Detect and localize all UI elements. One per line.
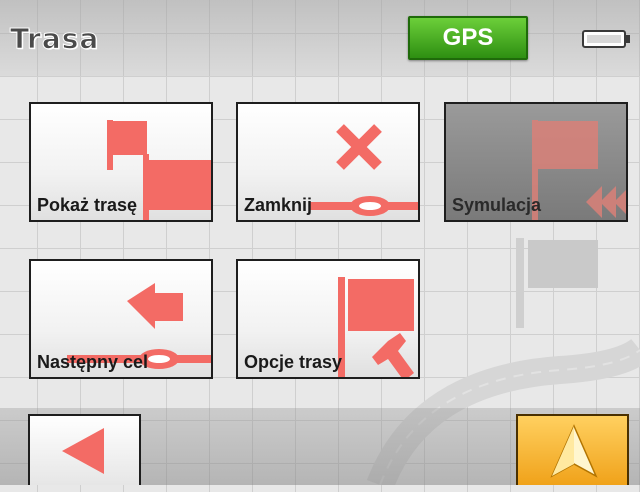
show-route-label: Pokaż trasę [37, 195, 138, 215]
next-destination-button[interactable]: Następny cel [29, 259, 213, 379]
header-bar: Trasa GPS [0, 0, 640, 76]
route-options-label: Opcje trasy [244, 352, 343, 372]
simulation-label: Symulacja [452, 195, 542, 215]
next-destination-label: Następny cel [37, 352, 149, 372]
faded-flag-decoration [516, 238, 598, 328]
navigate-button[interactable] [516, 414, 629, 485]
simulation-button[interactable]: Symulacja [444, 102, 628, 222]
close-route-button[interactable]: Zamknij [236, 102, 420, 222]
battery-icon [582, 30, 630, 48]
show-route-button[interactable]: Pokaż trasę [29, 102, 213, 222]
navigation-arrow-icon [550, 424, 598, 478]
close-label: Zamknij [244, 195, 313, 215]
back-button[interactable] [28, 414, 141, 485]
page-title: Trasa [9, 22, 100, 56]
gps-status-button[interactable]: GPS [408, 16, 528, 60]
route-options-button[interactable]: Opcje trasy [236, 259, 420, 379]
back-arrow-icon [62, 428, 104, 474]
